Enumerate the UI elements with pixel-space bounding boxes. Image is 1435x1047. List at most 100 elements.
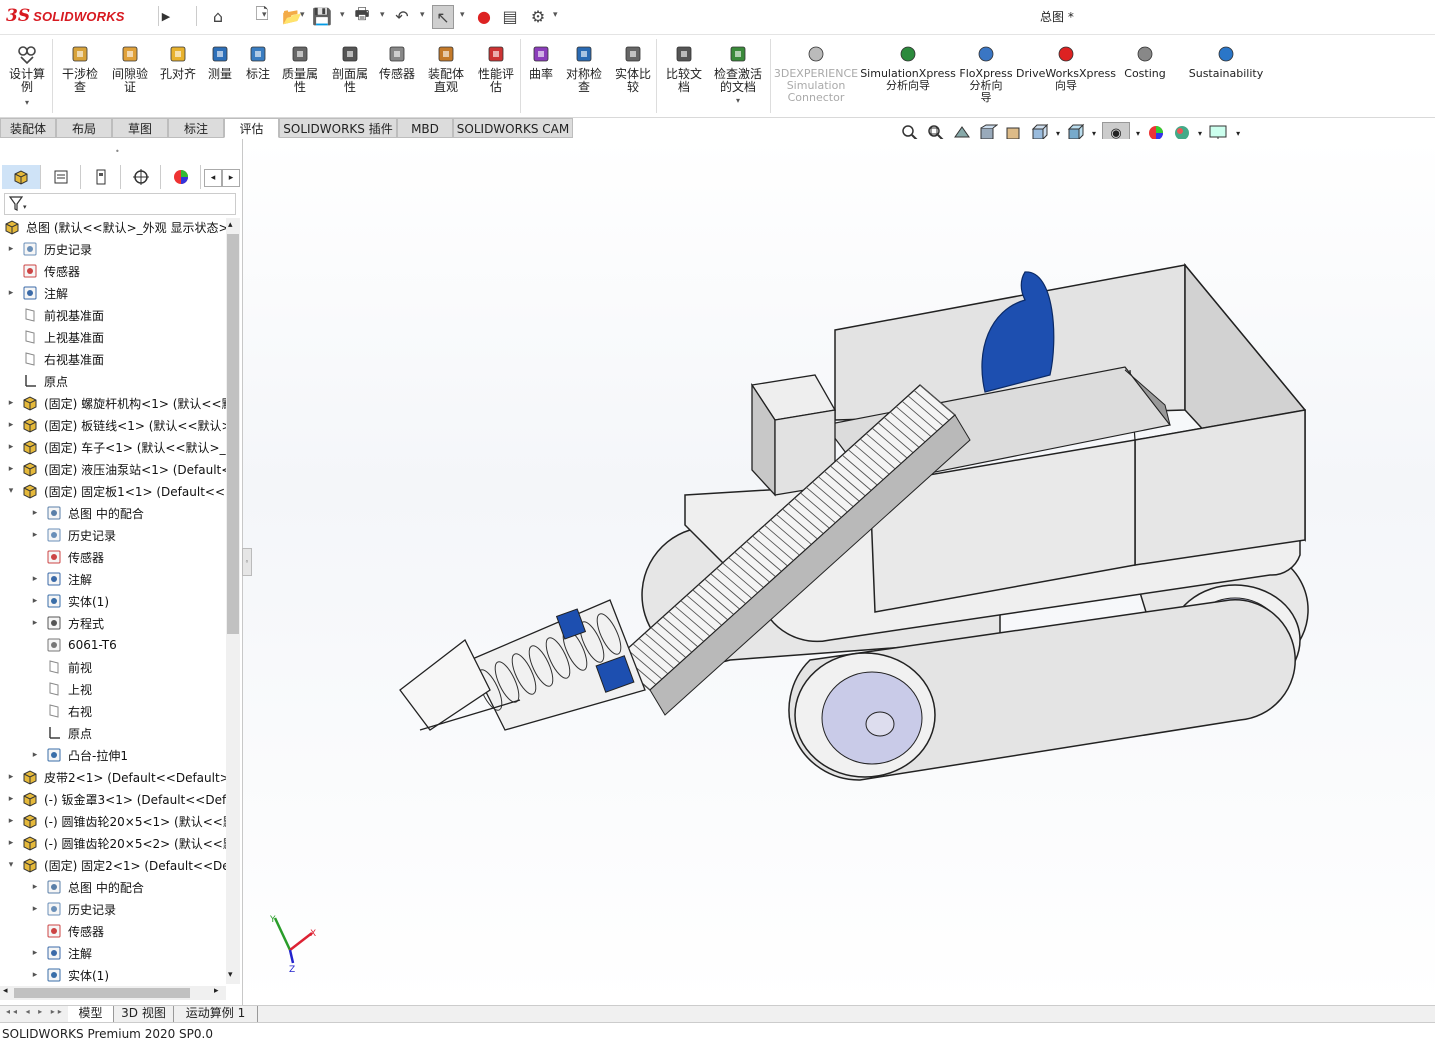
expand-toggle-icon[interactable]: ▸ [6, 772, 16, 782]
file-properties-icon[interactable]: ▤ [500, 5, 520, 27]
measure-button[interactable]: 测量 [204, 43, 236, 81]
scroll-down-icon[interactable]: ▾ [228, 970, 233, 980]
expand-toggle-icon[interactable]: ▸ [30, 970, 40, 980]
expand-toggle-icon[interactable]: ▸ [30, 530, 40, 540]
sensor-button[interactable]: 传感器 [376, 43, 418, 81]
expand-toggle-icon[interactable]: ▸ [30, 574, 40, 584]
dropdown-arrow-icon[interactable]: ▾ [25, 96, 29, 109]
expand-toggle-icon[interactable]: ▸ [6, 464, 16, 474]
bottom-tab-2[interactable]: 运动算例 1 [174, 1006, 258, 1022]
tree-item[interactable]: ▸ (固定) 螺旋杆机构<1> (默认<<默 [6, 392, 226, 414]
scroll-tabs-left-icon[interactable]: ◂ [204, 169, 222, 187]
tree-item[interactable]: 传感器 [30, 920, 104, 942]
3d-model-view[interactable]: Y X Z [243, 139, 1435, 1005]
tree-item[interactable]: 原点 [6, 370, 68, 392]
scroll-tabs-right-icon[interactable]: ▸ [222, 169, 240, 187]
quick-access-dropdown-icon[interactable]: ▾ [340, 10, 345, 20]
scroll-right-icon[interactable]: ▸ [214, 986, 219, 996]
expand-toggle-icon[interactable]: ▸ [30, 596, 40, 606]
tree-root-assembly[interactable]: 总图 (默认<<默认>_外观 显示状态> [4, 216, 226, 238]
curvature-button[interactable]: 曲率 [526, 43, 556, 81]
tree-item[interactable]: 前视 [30, 656, 92, 678]
tree-item[interactable]: 6061-T6 [30, 634, 117, 656]
tree-item[interactable]: ▸ 实体(1) [30, 590, 109, 612]
quick-access-dropdown-icon[interactable]: ▾ [380, 10, 385, 20]
bottom-tab-0[interactable]: 模型 [68, 1006, 114, 1022]
compare-documents-button[interactable]: 比较文 档 [662, 43, 706, 94]
tab-navigation-arrows-icon[interactable]: ◂◂ ◂ ▸ ▸▸ [6, 1007, 66, 1021]
sustainability-button[interactable]: Sustainability [1188, 43, 1264, 80]
simulationxpress-button[interactable]: SimulationXpress 分析向导 [860, 43, 956, 92]
traffic-light-icon[interactable]: ● [474, 5, 494, 27]
tree-item[interactable]: 上视基准面 [6, 326, 104, 348]
feature-manager-tab-icon[interactable] [2, 165, 41, 189]
driveworksxpress-button[interactable]: DriveWorksXpress 向导 [1016, 43, 1116, 92]
tab-3[interactable]: 标注 [168, 118, 224, 138]
tree-item[interactable]: ▸ 注解 [30, 568, 92, 590]
symmetry-check-button[interactable]: 对称检 查 [562, 43, 606, 94]
check-active-document-button[interactable]: 检查激活 的文档 ▾ [712, 43, 764, 107]
expand-toggle-icon[interactable]: ▸ [30, 618, 40, 628]
tree-item[interactable]: ▸ 凸台-拉伸1 [30, 744, 128, 766]
tree-filter[interactable]: ▾ [4, 193, 236, 215]
section-properties-button[interactable]: 剖面属 性 [328, 43, 372, 94]
dimxpert-manager-tab-icon[interactable] [122, 165, 161, 189]
home-icon[interactable]: ⌂ [208, 5, 228, 27]
select-arrow-icon[interactable]: ↖ [432, 5, 454, 29]
tree-item[interactable]: ▸ 历史记录 [30, 524, 116, 546]
interference-check-button[interactable]: 干涉检 查 [58, 43, 102, 94]
floxpress-button[interactable]: FloXpress 分析向 导 [958, 43, 1014, 104]
print-icon[interactable]: 🖶 [352, 4, 372, 27]
tree-item[interactable]: ▸ (固定) 车子<1> (默认<<默认>_ [6, 436, 226, 458]
save-icon[interactable]: 💾 [312, 5, 332, 27]
view-orientation-dropdown-icon[interactable]: ▾ [1056, 129, 1060, 138]
markup-button[interactable]: 标注 [243, 43, 273, 81]
tree-item[interactable]: 右视基准面 [6, 348, 104, 370]
quick-access-dropdown-icon[interactable]: ▾ [420, 10, 425, 20]
solidworks-logo[interactable]: 3S SOLIDWORKS [6, 2, 154, 30]
expand-toggle-icon[interactable]: ▸ [6, 398, 16, 408]
tree-item[interactable]: ▸ 总图 中的配合 [30, 502, 144, 524]
body-compare-button[interactable]: 实体比 较 [611, 43, 655, 94]
panel-grip-icon[interactable]: • [115, 147, 125, 156]
design-study-button[interactable]: 设计算 例 ▾ [6, 43, 48, 109]
expand-toggle-icon[interactable]: ▸ [30, 508, 40, 518]
expand-toggle-icon[interactable]: ▸ [6, 794, 16, 804]
hide-show-dropdown-icon[interactable]: ▾ [1136, 129, 1140, 138]
tree-item[interactable]: ▸ 皮带2<1> (Default<<Default>_ [6, 766, 226, 788]
display-style-dropdown-icon[interactable]: ▾ [1092, 129, 1096, 138]
3dexperience-button[interactable]: 3DEXPERIENCE Simulation Connector [774, 43, 858, 104]
assembly-visualization-button[interactable]: 装配体 直观 [424, 43, 468, 94]
expand-toggle-icon[interactable]: ▾ [6, 860, 16, 870]
expand-toggle-icon[interactable]: ▸ [30, 750, 40, 760]
tree-vertical-scroll-thumb[interactable] [227, 234, 239, 634]
filter-funnel-icon[interactable]: ▾ [8, 195, 28, 213]
costing-button[interactable]: Costing [1120, 43, 1170, 80]
new-document-icon[interactable]: 🗋 [252, 4, 272, 27]
expand-toggle-icon[interactable]: ▾ [6, 486, 16, 496]
expand-toggle-icon[interactable]: ▸ [6, 288, 16, 298]
tree-item[interactable]: ▸ 注解 [30, 942, 92, 964]
mass-properties-button[interactable]: 质量属 性 [278, 43, 322, 94]
quick-access-dropdown-icon[interactable]: ▾ [553, 10, 558, 20]
apply-scene-dropdown-icon[interactable]: ▾ [1198, 129, 1202, 138]
tab-0[interactable]: 装配体 [0, 118, 56, 138]
tree-horizontal-scroll-thumb[interactable] [14, 988, 190, 998]
display-manager-tab-icon[interactable] [162, 165, 201, 189]
tree-item[interactable]: 右视 [30, 700, 92, 722]
tree-item[interactable]: ▸ 历史记录 [6, 238, 92, 260]
tree-item[interactable]: ▸ 历史记录 [30, 898, 116, 920]
expand-toggle-icon[interactable]: ▸ [6, 442, 16, 452]
bottom-tab-1[interactable]: 3D 视图 [114, 1006, 174, 1022]
tree-item[interactable]: ▸ (固定) 板链线<1> (默认<<默认> [6, 414, 226, 436]
tree-item[interactable]: ▾ (固定) 固定板1<1> (Default<<D [6, 480, 226, 502]
expand-toggle-icon[interactable]: ▸ [6, 816, 16, 826]
hole-alignment-button[interactable]: 孔对齐 [157, 43, 199, 81]
tab-1[interactable]: 布局 [56, 118, 112, 138]
expand-toggle-icon[interactable]: ▸ [6, 838, 16, 848]
tree-item[interactable]: ▸ (-) 圆锥齿轮20×5<2> (默认<<默 [6, 832, 226, 854]
open-folder-icon[interactable]: 📂 [282, 5, 302, 27]
menu-expand-arrow-icon[interactable]: ▶ [158, 6, 173, 26]
tree-item[interactable]: ▸ 实体(1) [30, 964, 109, 986]
dropdown-arrow-icon[interactable]: ▾ [736, 94, 740, 107]
